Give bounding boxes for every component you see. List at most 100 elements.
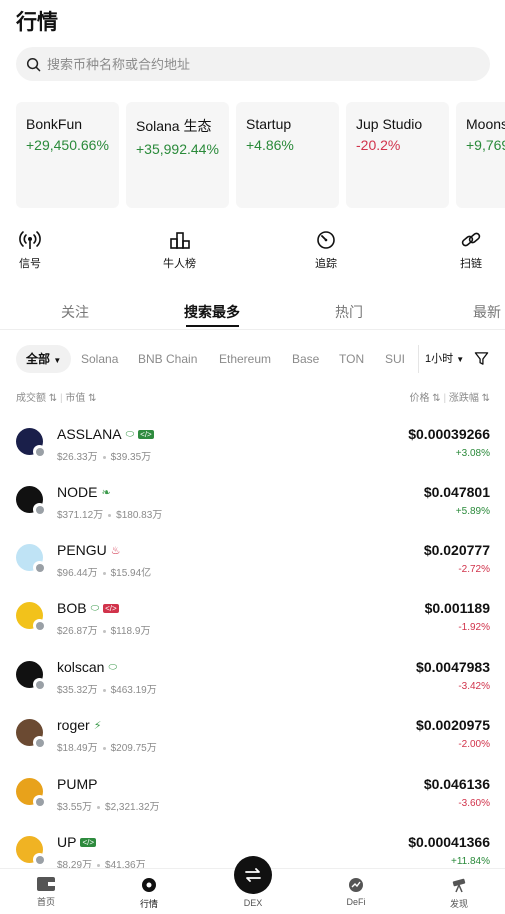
- sector-change: -20.2%: [356, 137, 401, 153]
- fire-icon: ♨: [110, 544, 121, 557]
- token-name: roger: [57, 717, 90, 733]
- tab-following[interactable]: 关注: [61, 302, 89, 322]
- token-price: $0.046136: [423, 776, 490, 792]
- column-price-label: 价格: [409, 393, 430, 404]
- token-volume: $26.33万: [57, 452, 98, 463]
- quick-action-signal[interactable]: 信号: [19, 230, 41, 274]
- dex-button[interactable]: [234, 856, 272, 894]
- quick-action-scan[interactable]: 扫链: [460, 230, 482, 274]
- code-icon: </>: [80, 837, 97, 847]
- pill-icon: ⬭: [125, 428, 135, 440]
- quick-action-tracking[interactable]: 追踪: [315, 230, 337, 274]
- caret-down-icon: ▼: [456, 355, 465, 364]
- divider: [108, 513, 112, 517]
- token-price: $0.001189: [424, 600, 490, 616]
- token-row[interactable]: kolscan ⬭ $35.32万 $463.19万 $0.0047983 -3.…: [0, 657, 505, 713]
- chain-chip-sui[interactable]: SUI: [385, 345, 405, 373]
- lightning-icon: ⚡: [93, 719, 102, 732]
- sort-change[interactable]: 涨跌幅 ⇅: [449, 393, 490, 404]
- chain-badge-icon: [33, 853, 46, 866]
- divider: [102, 455, 106, 459]
- token-price: $0.00039266: [408, 426, 490, 442]
- tab-hot[interactable]: 热门: [335, 302, 363, 322]
- token-row[interactable]: PENGU ♨ $96.44万 $15.94亿 $0.020777 -2.72%: [0, 540, 505, 596]
- token-change: -3.42%: [458, 681, 490, 692]
- search-input[interactable]: [47, 56, 447, 72]
- sort-market-cap[interactable]: 市值 ⇅: [65, 393, 96, 404]
- token-name: ASSLANA: [57, 426, 122, 442]
- divider: [102, 629, 106, 633]
- nav-market[interactable]: 行情: [119, 877, 179, 910]
- time-range-select[interactable]: 1小时 ▼: [418, 345, 464, 373]
- divider: [102, 688, 106, 692]
- chain-chip-base[interactable]: Base: [292, 345, 319, 373]
- token-change: -2.72%: [458, 564, 490, 575]
- chain-chip-bnb[interactable]: BNB Chain: [138, 345, 197, 373]
- sector-card[interactable]: Solana 生态 +35,992.44%: [126, 102, 229, 208]
- token-row[interactable]: PUMP $3.55万 $2,321.32万 $0.046136 -3.60%: [0, 774, 505, 830]
- caret-down-icon: ▼: [53, 356, 62, 365]
- token-name: kolscan: [57, 659, 105, 675]
- tab-newest[interactable]: 最新: [473, 302, 501, 322]
- token-volume: $3.55万: [57, 802, 93, 813]
- chain-chip-all[interactable]: 全部 ▼: [16, 345, 72, 373]
- chain-badge-icon: [33, 445, 46, 458]
- nav-discover[interactable]: 发现: [429, 877, 489, 910]
- chain-chip-solana[interactable]: Solana: [81, 345, 118, 373]
- token-price: $0.047801: [423, 484, 490, 500]
- search-bar[interactable]: [16, 47, 490, 81]
- sector-card[interactable]: Jup Studio -20.2%: [346, 102, 449, 208]
- nav-label: DEX: [243, 898, 263, 908]
- token-row[interactable]: ASSLANA ⬭ </> $26.33万 $39.35万 $0.00039266…: [0, 424, 505, 480]
- quick-action-leaderboard[interactable]: 牛人榜: [163, 230, 196, 274]
- chain-chip-ethereum[interactable]: Ethereum: [219, 345, 271, 373]
- token-name: UP: [57, 834, 77, 850]
- token-volume: $26.87万: [57, 626, 98, 637]
- sort-arrows-icon: ⇅: [48, 393, 58, 404]
- market-icon: [142, 878, 156, 892]
- token-row[interactable]: NODE ❧ $371.12万 $180.83万 $0.047801 +5.89%: [0, 482, 505, 538]
- chain-link-icon: [461, 232, 481, 247]
- sector-card[interactable]: Moonshot +9,769%: [456, 102, 505, 208]
- code-icon: </>: [138, 429, 154, 439]
- nav-home[interactable]: 首页: [16, 877, 76, 908]
- chain-badge-icon: [33, 619, 46, 632]
- token-volume: $18.49万: [57, 743, 98, 754]
- tracking-icon: [317, 231, 335, 249]
- quick-action-label: 信号: [19, 258, 41, 270]
- signal-icon: [19, 231, 41, 249]
- nav-defi[interactable]: DeFi: [326, 877, 386, 907]
- token-row[interactable]: BOB ⬭ </> $26.87万 $118.9万 $0.001189 -1.92…: [0, 598, 505, 654]
- token-market-cap: $209.75万: [110, 743, 157, 754]
- token-change: +3.08%: [455, 448, 490, 459]
- sector-name: Startup: [246, 116, 292, 132]
- divider: [102, 571, 106, 575]
- token-market-cap: $180.83万: [116, 510, 163, 521]
- token-price: $0.0020975: [416, 717, 490, 733]
- token-price: $0.0047983: [416, 659, 490, 675]
- sector-card[interactable]: BonkFun +29,450.66%: [16, 102, 119, 208]
- chain-chip-ton[interactable]: TON: [339, 345, 364, 373]
- sector-change: +29,450.66%: [26, 137, 109, 153]
- sort-price[interactable]: 价格 ⇅: [409, 393, 440, 404]
- token-row[interactable]: roger ⚡ $18.49万 $209.75万 $0.0020975 -2.00…: [0, 715, 505, 771]
- filter-icon[interactable]: [474, 351, 489, 366]
- leaderboard-icon: [169, 232, 190, 249]
- token-market-cap: $15.94亿: [110, 568, 152, 579]
- sort-arrows-icon: ⇅: [432, 393, 441, 404]
- sector-cards: BonkFun +29,450.66% Solana 生态 +35,992.44…: [16, 102, 505, 208]
- search-icon: [26, 57, 41, 71]
- column-market-cap-label: 市值: [65, 393, 86, 404]
- sector-card[interactable]: Startup +4.86%: [236, 102, 339, 208]
- column-headers-right: 价格 ⇅ | 涨跌幅 ⇅: [409, 389, 490, 404]
- sort-volume[interactable]: 成交额 ⇅: [16, 393, 57, 404]
- active-tab-indicator: [186, 325, 239, 327]
- tab-most-searched[interactable]: 搜索最多: [184, 302, 240, 322]
- token-market-cap: $463.19万: [110, 685, 157, 696]
- token-price: $0.020777: [423, 542, 490, 558]
- leaf-icon: ❧: [101, 486, 111, 499]
- token-name: PUMP: [57, 776, 98, 792]
- chain-badge-icon: [33, 795, 46, 808]
- sector-name: Solana 生态: [136, 118, 212, 134]
- sector-name: BonkFun: [26, 116, 83, 132]
